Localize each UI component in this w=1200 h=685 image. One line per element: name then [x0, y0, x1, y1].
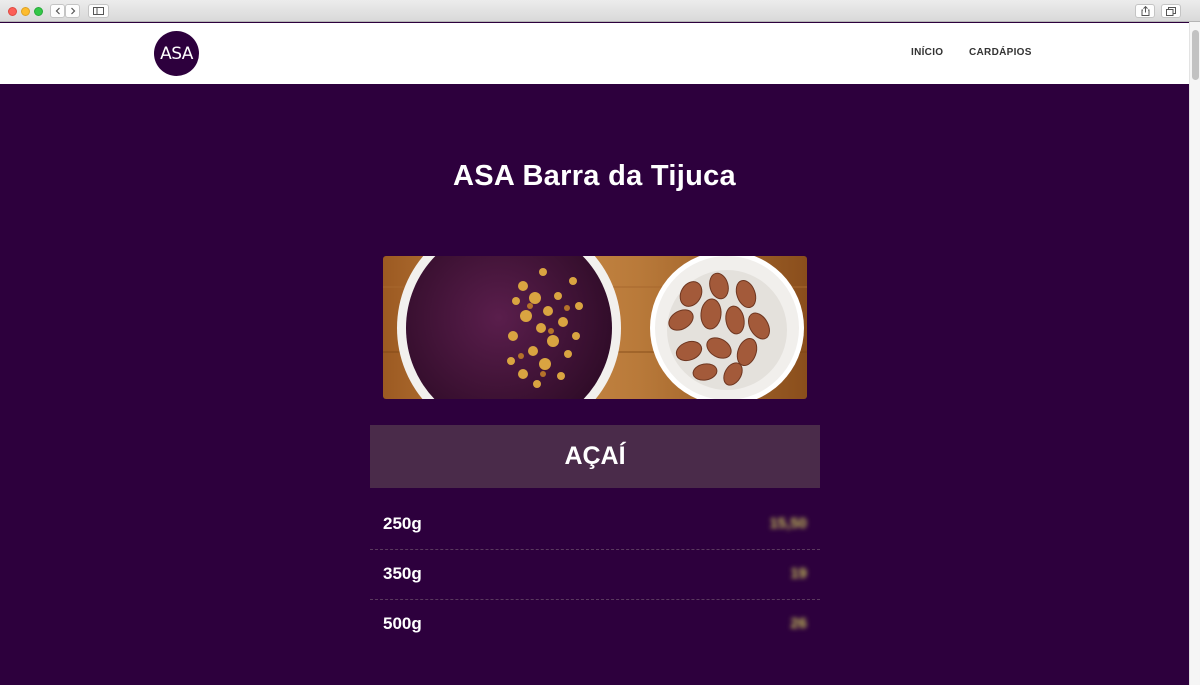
acai-hero-image — [383, 256, 807, 399]
menu-item: 250g 15,50 — [370, 500, 820, 550]
item-size: 500g — [383, 614, 422, 633]
zoom-window-icon[interactable] — [34, 7, 43, 16]
menu-item: 350g 19 — [370, 550, 820, 600]
share-icon — [1141, 6, 1149, 16]
main-content: ASA Barra da Tijuca AÇAÍ 250g 15,50 350g… — [0, 84, 1189, 685]
menu-list: 250g 15,50 350g 19 500g 26 — [370, 500, 820, 650]
sidebar-icon — [93, 7, 104, 15]
back-button[interactable] — [50, 4, 65, 18]
page-scrollbar[interactable] — [1189, 22, 1200, 685]
section-header-acai: AÇAÍ — [370, 425, 820, 488]
item-price: 15,50 — [769, 515, 807, 532]
tabs-icon — [1166, 6, 1176, 16]
share-button[interactable] — [1135, 4, 1155, 18]
chevron-left-icon — [55, 7, 60, 15]
scrollbar-thumb[interactable] — [1192, 30, 1199, 80]
item-size: 250g — [383, 514, 422, 533]
page-title: ASA Barra da Tijuca — [453, 160, 736, 192]
close-window-icon[interactable] — [8, 7, 17, 16]
minimize-window-icon[interactable] — [21, 7, 30, 16]
item-price: 19 — [790, 565, 807, 582]
logo-text: ASA — [160, 43, 193, 64]
section-title: AÇAÍ — [564, 442, 626, 470]
sidebar-toggle-button[interactable] — [88, 4, 109, 18]
chevron-right-icon — [70, 7, 75, 15]
item-size: 350g — [383, 564, 422, 583]
acai-bowls-illustration — [383, 256, 807, 399]
nav-link-cardapios[interactable]: CARDÁPIOS — [969, 47, 1032, 58]
nav-link-inicio[interactable]: INÍCIO — [911, 47, 943, 58]
logo[interactable]: ASA — [154, 31, 199, 76]
item-price: 26 — [790, 615, 807, 632]
site-header: ASA INÍCIO CARDÁPIOS — [0, 23, 1189, 84]
browser-toolbar — [0, 0, 1200, 22]
tabs-overview-button[interactable] — [1161, 4, 1181, 18]
forward-button[interactable] — [65, 4, 80, 18]
menu-item: 500g 26 — [370, 600, 820, 650]
